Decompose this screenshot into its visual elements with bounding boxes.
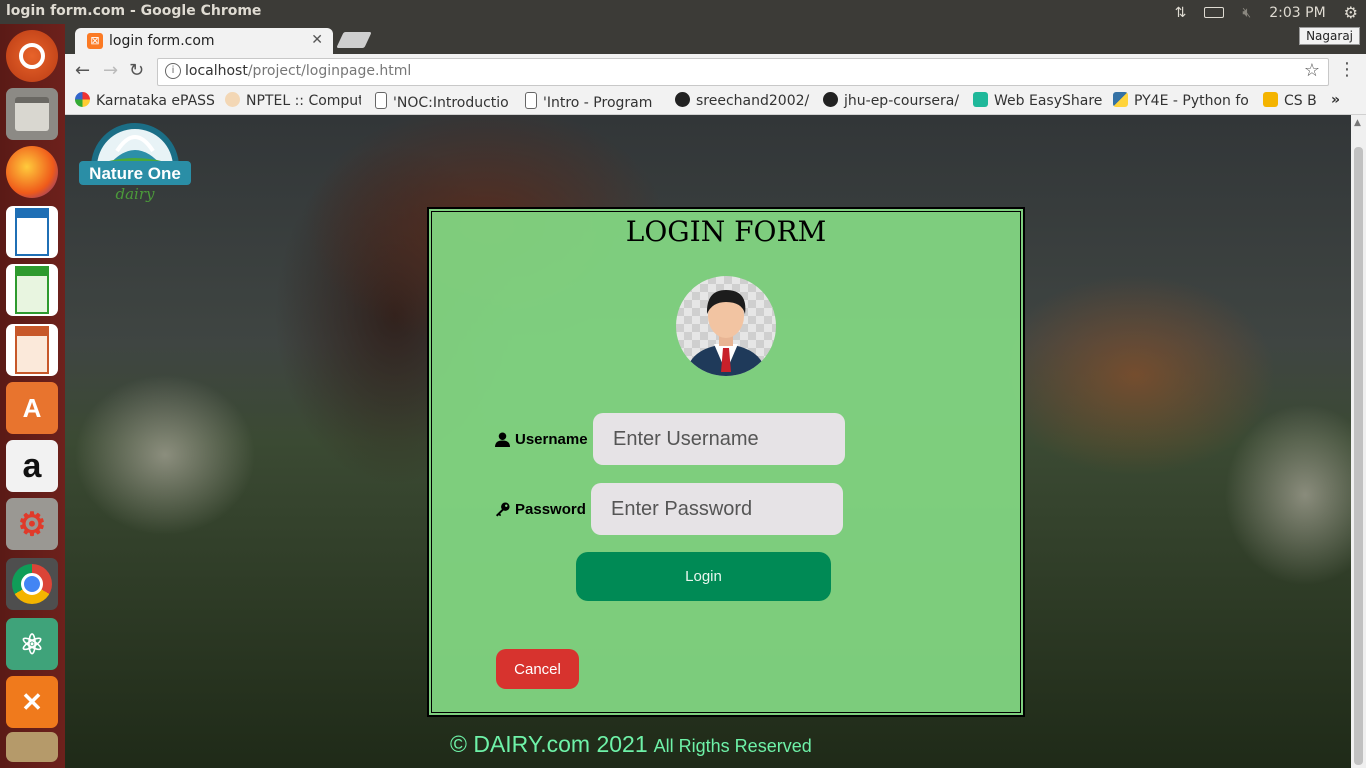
chrome-icon[interactable] — [6, 558, 58, 610]
files-icon[interactable] — [6, 88, 58, 140]
tab-title: login form.com — [109, 33, 215, 49]
gear-icon[interactable]: ⚙ — [1344, 3, 1358, 22]
bookmarks-overflow-icon[interactable]: » — [1331, 92, 1340, 108]
login-form: LOGIN FORM Username Enter Username Passw… — [427, 207, 1025, 717]
browser-tab[interactable]: ⊠ login form.com ✕ — [75, 28, 333, 54]
os-top-bar: login form.com - Google Chrome ⇅ 🔇︎ 2:03… — [0, 0, 1366, 24]
firefox-icon[interactable] — [6, 146, 58, 198]
github-icon — [675, 92, 690, 107]
atom-icon[interactable]: ⚛ — [6, 618, 58, 670]
bookmark-item[interactable]: 'NOC:Introductio — [375, 92, 515, 111]
bookmark-item[interactable]: PY4E - Python fo — [1113, 92, 1253, 109]
bookmarks-bar: Karnataka ePASS NPTEL :: Comput 'NOC:Int… — [65, 88, 1366, 115]
page-icon — [375, 92, 387, 109]
tab-strip: ⊠ login form.com ✕ Nagaraj — [65, 24, 1366, 54]
scroll-up-icon[interactable]: ▲ — [1354, 118, 1361, 128]
close-tab-icon[interactable]: ✕ — [311, 32, 323, 48]
xampp-icon[interactable]: ✕ — [6, 676, 58, 728]
volume-muted-icon[interactable]: 🔇︎ — [1242, 5, 1251, 21]
page-scrollbar[interactable]: ▲ — [1351, 115, 1366, 768]
network-icon[interactable]: ⇅ — [1175, 5, 1187, 21]
page-footer: © DAIRY.com 2021 All Rigths Reserved — [450, 731, 812, 758]
browser-toolbar: ← → ↻ i localhost/project/loginpage.html… — [65, 54, 1366, 88]
github-icon — [823, 92, 838, 107]
python-icon — [1113, 92, 1128, 107]
karnataka-icon — [75, 92, 90, 107]
form-title: LOGIN FORM — [625, 215, 827, 248]
nature-one-dairy-logo: Nature One dairy — [79, 123, 191, 203]
chrome-menu-icon[interactable]: ⋮ — [1338, 59, 1356, 80]
classroom-icon — [1263, 92, 1278, 107]
url-text[interactable]: localhost/project/loginpage.html — [185, 63, 411, 79]
libreoffice-impress-icon[interactable] — [6, 324, 58, 376]
page-viewport: Nature One dairy LOGIN FORM Username Ent… — [65, 115, 1351, 768]
trash-icon[interactable] — [6, 732, 58, 762]
cancel-button[interactable]: Cancel — [496, 649, 579, 689]
bookmark-item[interactable]: jhu-ep-coursera/ — [823, 92, 963, 109]
system-settings-icon[interactable]: ⚙ — [6, 498, 58, 550]
software-center-icon[interactable]: A — [6, 382, 58, 434]
site-info-icon[interactable]: i — [165, 63, 181, 79]
password-input[interactable] — [591, 483, 843, 535]
login-button[interactable]: Login — [576, 552, 831, 601]
scrollbar-thumb[interactable] — [1354, 147, 1363, 765]
page-icon — [525, 92, 537, 109]
password-label: Password — [495, 501, 586, 518]
footer-rights: All Rigths Reserved — [653, 736, 812, 756]
svg-text:dairy: dairy — [116, 185, 156, 203]
battery-icon[interactable] — [1204, 7, 1225, 18]
footer-copyright: © DAIRY.com 2021 — [450, 731, 648, 757]
nptel-icon — [225, 92, 240, 107]
window-title: login form.com - Google Chrome — [6, 3, 262, 19]
username-input[interactable] — [593, 413, 845, 465]
xampp-favicon-icon: ⊠ — [87, 33, 103, 49]
web-easyshare-icon — [973, 92, 988, 107]
ubuntu-dash-icon[interactable] — [6, 30, 58, 82]
bookmark-star-icon[interactable]: ☆ — [1304, 60, 1320, 81]
libreoffice-writer-icon[interactable] — [6, 206, 58, 258]
bookmark-item[interactable]: Web EasyShare — [973, 92, 1105, 109]
clock[interactable]: 2:03 PM — [1269, 5, 1325, 21]
bookmark-item[interactable]: NPTEL :: Comput — [225, 92, 361, 109]
system-tray: ⇅ 🔇︎ 2:03 PM ⚙ — [1175, 3, 1358, 22]
username-label: Username — [495, 431, 588, 448]
reload-icon[interactable]: ↻ — [129, 60, 144, 81]
bookmark-item[interactable]: CS B — [1263, 92, 1323, 109]
forward-icon[interactable]: → — [103, 60, 118, 81]
launcher: A a ⚙ ⚛ ✕ — [0, 24, 66, 768]
profile-button[interactable]: Nagaraj — [1299, 27, 1360, 45]
user-icon — [495, 432, 510, 447]
key-icon — [495, 502, 510, 517]
address-bar[interactable]: i localhost/project/loginpage.html ☆ — [157, 58, 1329, 86]
logo-text: Nature One — [89, 164, 181, 183]
bookmark-item[interactable]: 'Intro - Program — [525, 92, 663, 111]
user-avatar — [676, 276, 776, 376]
libreoffice-calc-icon[interactable] — [6, 264, 58, 316]
bookmark-item[interactable]: sreechand2002/ — [675, 92, 813, 109]
amazon-icon[interactable]: a — [6, 440, 58, 492]
back-icon[interactable]: ← — [75, 60, 90, 81]
new-tab-button[interactable] — [336, 32, 372, 48]
bookmark-item[interactable]: Karnataka ePASS — [75, 92, 215, 109]
